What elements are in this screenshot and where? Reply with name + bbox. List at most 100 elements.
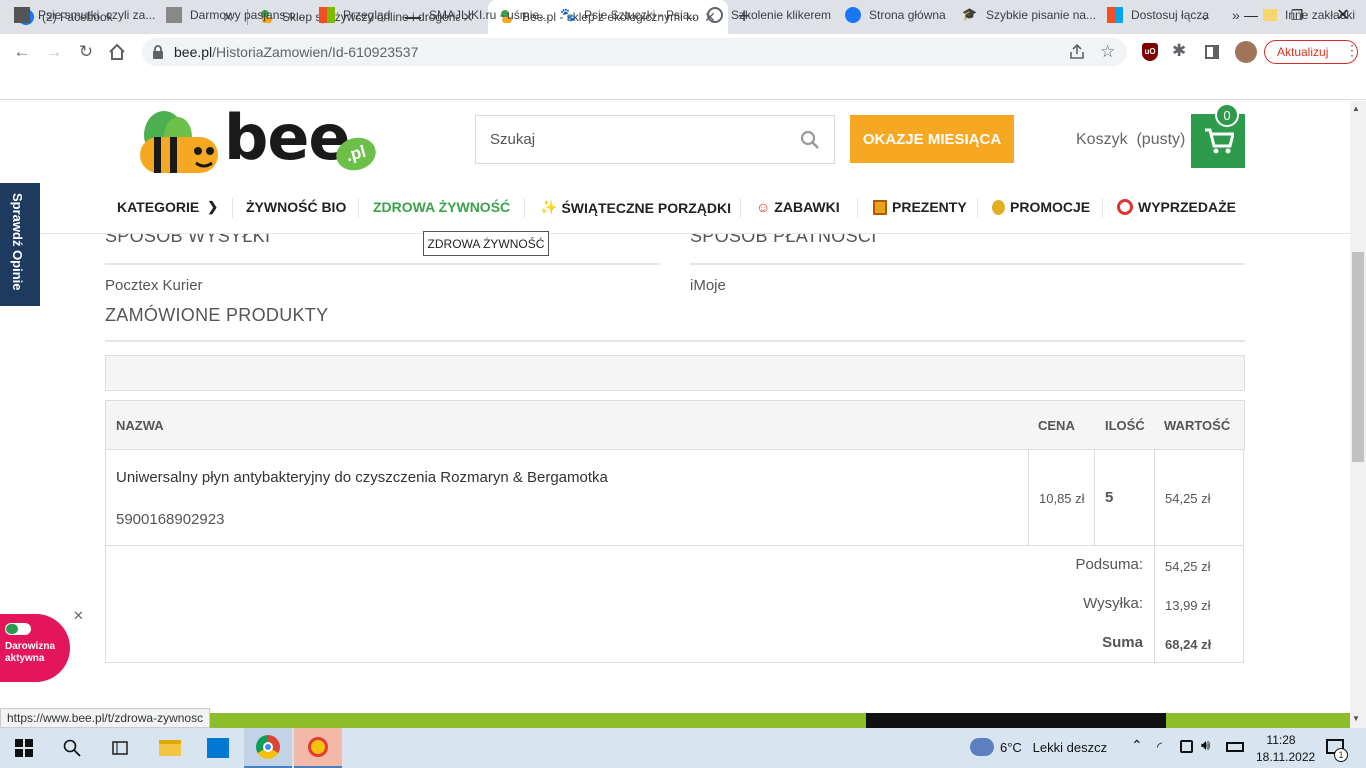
product-name[interactable]: Uniwersalny płyn antybakteryjny do czysz…	[116, 469, 608, 486]
search-placeholder: Szukaj	[490, 131, 536, 148]
bookmark-star-icon[interactable]: ☆	[1100, 42, 1115, 62]
status-bar-url: https://www.bee.pl/t/zdrowa-zywnosc	[0, 708, 211, 728]
bookmarks-bar	[0, 70, 1366, 100]
file-explorer-icon[interactable]	[146, 728, 194, 768]
bookmark-item[interactable]: Przegląd	[319, 6, 390, 24]
target-icon	[1117, 199, 1133, 215]
share-icon[interactable]	[1068, 44, 1086, 60]
nav-label: ŚWIĄTECZNE PORZĄDKI	[561, 199, 731, 216]
extensions-icon[interactable]: ✱	[1172, 41, 1186, 61]
donation-widget[interactable]: Darowizna aktywna	[0, 614, 70, 682]
temperature: 6°C	[1000, 740, 1022, 755]
battery-icon[interactable]	[1226, 742, 1244, 752]
other-bookmarks[interactable]: Inne zakładki	[1263, 6, 1355, 24]
notification-count-badge: 1	[1334, 748, 1348, 762]
side-panel-icon[interactable]	[1205, 45, 1219, 59]
toggle-switch[interactable]	[5, 623, 31, 635]
nav-zabawki[interactable]: ☺ ZABAWKI	[756, 199, 840, 215]
nav-label: WYPRZEDAŻE	[1138, 199, 1236, 215]
bee-logo-icon[interactable]	[136, 107, 226, 175]
home-icon[interactable]	[108, 43, 126, 61]
back-icon[interactable]: ←	[10, 40, 34, 64]
section-divider	[105, 340, 1245, 342]
section-divider	[105, 263, 660, 265]
nav-kategorie[interactable]: KATEGORIE ❯	[117, 199, 218, 215]
task-view-icon[interactable]	[96, 728, 144, 768]
cell-divider	[1094, 449, 1095, 546]
cart-label[interactable]: Koszyk (pusty)	[1076, 131, 1185, 149]
weather-condition: Lekki deszcz	[1032, 740, 1108, 755]
nav-label: PROMOCJE	[1010, 199, 1091, 215]
volume-icon[interactable]: 🔊︎	[1201, 737, 1210, 754]
ublock-icon[interactable]: uO	[1142, 43, 1158, 61]
tray-chevron-icon[interactable]: ⌃	[1131, 737, 1143, 754]
monthly-deals-button[interactable]: OKAZJE MIESIĄCA	[850, 115, 1014, 163]
scroll-up-icon[interactable]: ▲	[1352, 104, 1360, 113]
forward-icon[interactable]: →	[42, 40, 66, 64]
sun-app-icon[interactable]	[294, 728, 342, 768]
cell-divider	[1028, 449, 1029, 546]
product-value: 54,25 zł	[1165, 491, 1211, 506]
scroll-down-icon[interactable]: ▼	[1352, 714, 1360, 723]
start-icon[interactable]	[0, 728, 48, 768]
menu-dots-icon[interactable]: ⋮	[1345, 42, 1359, 59]
graduation-cap-icon: 🎓	[962, 7, 977, 21]
table-top-bar	[105, 355, 1245, 391]
taskbar-search-icon[interactable]	[48, 728, 96, 768]
bookmark-item[interactable]: 🎓 Szybkie pisanie na...	[962, 6, 1096, 24]
column-value: WARTOŚĆ	[1164, 418, 1231, 433]
nav-promocje[interactable]: PROMOCJE	[992, 199, 1090, 215]
bookmark-item[interactable]: Dostosuj łącza	[1107, 6, 1209, 24]
total-value: 68,24 zł	[1165, 637, 1212, 652]
bookmark-item[interactable]: Darmowy pasjans o...	[166, 6, 305, 24]
gift-icon	[873, 199, 887, 215]
facebook-icon	[845, 7, 861, 23]
bookmark-item[interactable]: Szkolenie klikerem	[707, 6, 831, 24]
logo-text[interactable]: bee	[224, 107, 350, 169]
chevron-down-icon: ❯	[207, 199, 219, 214]
subtotal-label: Podsuma:	[1075, 556, 1143, 573]
reviews-side-tab[interactable]: Sprawdź Opinie	[0, 183, 40, 306]
search-icon[interactable]	[800, 130, 820, 150]
column-name: NAZWA	[116, 418, 164, 433]
shipping-method: Pocztex Kurier	[105, 277, 203, 294]
bookmark-item[interactable]: Strona główna	[845, 6, 946, 24]
shipping-cost-label: Wysyłka:	[1083, 595, 1143, 612]
taskbar-clock[interactable]: 11:28 18.11.2022	[1256, 732, 1315, 766]
chrome-icon[interactable]	[244, 728, 292, 768]
store-icon[interactable]	[194, 728, 242, 768]
products-heading: ZAMÓWIONE PRODUKTY	[105, 305, 329, 325]
url-path: /HistoriaZamowien/Id-610923537	[212, 44, 419, 60]
reviews-tab-label: Sprawdź Opinie	[10, 193, 25, 291]
nav-divider	[740, 198, 741, 218]
wifi-icon[interactable]: ◜	[1157, 739, 1162, 755]
weather-widget[interactable]: 6°C Lekki deszcz	[1000, 740, 1107, 755]
url-text[interactable]: bee.pl/HistoriaZamowien/Id-610923537	[174, 44, 418, 60]
clock-time: 11:28	[1266, 733, 1296, 747]
windows-logo-icon	[15, 739, 33, 757]
update-button[interactable]: Aktualizuj ⋮	[1264, 40, 1359, 64]
profile-avatar[interactable]	[1235, 41, 1257, 63]
nav-zdrowa-zywnosc[interactable]: ZDROWA ŻYWNOŚĆ	[373, 199, 510, 215]
lock-icon[interactable]	[152, 45, 164, 59]
nav-prezenty[interactable]: PREZENTY	[873, 199, 967, 215]
reload-icon[interactable]: ↻	[74, 40, 98, 64]
close-icon[interactable]: ✕	[73, 608, 84, 624]
bookmark-item[interactable]: 🐾 Psie Sztuczki - Psia...	[560, 6, 699, 24]
shipping-cost-value: 13,99 zł	[1165, 598, 1211, 613]
nav-zywnosc-bio[interactable]: ŻYWNOŚĆ BIO	[246, 199, 346, 215]
column-price: CENA	[1038, 418, 1075, 433]
smiley-icon	[405, 11, 421, 19]
bookmark-item[interactable]: Psie smutki, czyli za...	[14, 6, 155, 24]
weather-cloud-icon[interactable]	[970, 738, 994, 756]
sparkle-icon: ✨	[540, 199, 558, 215]
footer-box	[866, 713, 1166, 728]
nav-swiateczne-porzadki[interactable]: ✨ ŚWIĄTECZNE PORZĄDKI	[540, 199, 731, 216]
nav-wyprzedaze[interactable]: WYPRZEDAŻE	[1117, 199, 1236, 215]
section-divider	[690, 263, 1245, 265]
windows-tiles-icon	[1107, 7, 1123, 23]
network-icon[interactable]	[1180, 740, 1193, 753]
scrollbar-thumb[interactable]	[1352, 252, 1364, 462]
bookmarks-more[interactable]: »	[1232, 6, 1240, 24]
bookmark-item[interactable]: SMAJLIKI.ru - uśmie...	[405, 6, 549, 24]
